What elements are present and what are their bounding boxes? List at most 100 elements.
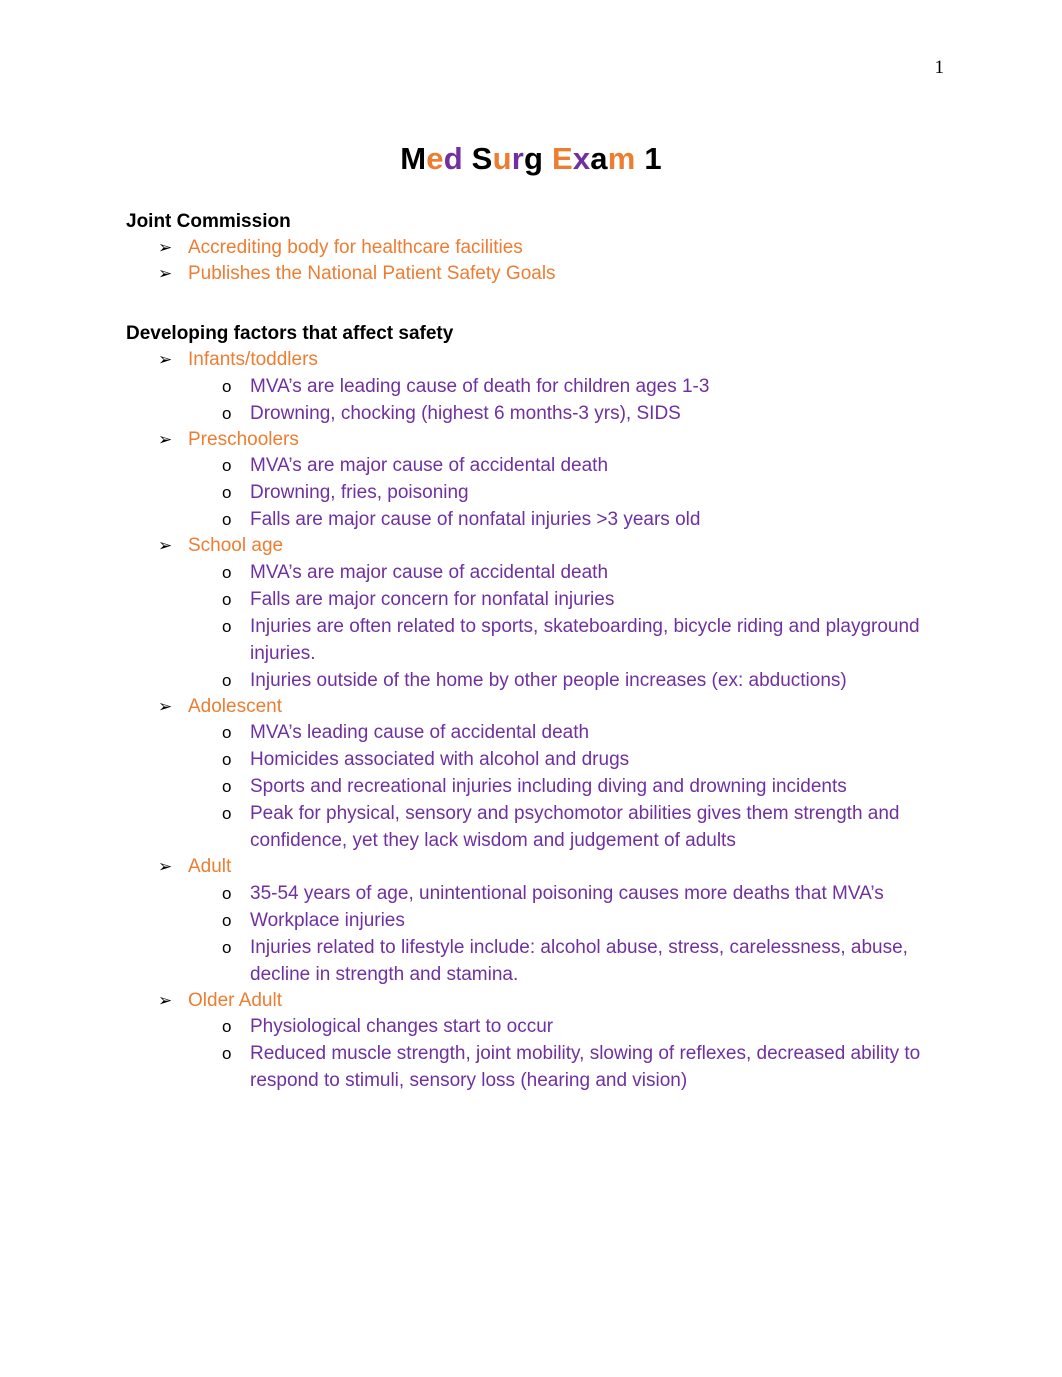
sub-list-item-label: Injuries outside of the home by other pe…	[250, 669, 847, 691]
sub-list-item: o Injuries are often related to sports, s…	[188, 613, 956, 667]
arrow-bullet-icon: ➢	[158, 696, 173, 716]
title-letter: u	[492, 140, 512, 176]
sub-list-item: o Falls are major concern for nonfatal in…	[188, 586, 956, 613]
list-item: ➢ Preschoolers o MVA’s are major cause of a…	[126, 427, 956, 534]
document-section: Developing factors that affect safety ➢ In…	[126, 321, 956, 1094]
sub-list-item: o MVA’s are major cause of accidental dea…	[188, 559, 956, 586]
list-item: ➢ Infants/toddlers o MVA’s are leading caus…	[126, 347, 956, 427]
arrow-bullet-icon: ➢	[158, 857, 173, 876]
sub-list-item-label: Falls are major cause of nonfatal injuri…	[250, 509, 701, 530]
title-letter	[543, 141, 552, 176]
sub-list-item: o Drowning, chocking (highest 6 months-3 …	[188, 400, 956, 427]
sub-list-item: o MVA’s leading cause of accidental death	[188, 719, 956, 746]
title-letter: a	[590, 140, 608, 176]
sub-list-item-label: MVA’s leading cause of accidental death	[250, 722, 590, 743]
arrow-bullet-icon: ➢	[158, 263, 173, 283]
list-item-label: Infants/toddlers	[188, 349, 318, 370]
sub-list-item-label: Sports and recreational injuries includi…	[250, 776, 847, 797]
sub-list-item-label: Drowning, chocking (highest 6 months-3 y…	[250, 402, 681, 424]
sub-list-item-label: Injuries are often related to sports, sk…	[250, 615, 920, 664]
sub-list-item: o MVA’s are leading cause of death for ch…	[188, 373, 956, 400]
sub-list-item: o Workplace injuries	[188, 907, 956, 934]
sub-list-item: o Sports and recreational injuries includ…	[188, 773, 956, 800]
sub-list-item-label: MVA’s are major cause of accidental deat…	[250, 561, 609, 583]
circle-bullet-icon: o	[222, 403, 232, 423]
sub-list-item: o Falls are major cause of nonfatal injur…	[188, 506, 956, 533]
sub-list-item: o Reduced muscle strength, joint mobility…	[188, 1040, 956, 1094]
bullet-list-level2: o MVA’s are leading cause of death for ch…	[188, 373, 956, 427]
list-item: ➢ School age o MVA’s are major cause of acc…	[126, 533, 956, 694]
sub-list-item-label: Falls are major concern for nonfatal inj…	[250, 588, 615, 610]
list-item-label: Accrediting body for healthcare faciliti…	[188, 237, 523, 258]
title-letter: 1	[644, 140, 662, 176]
sub-list-item-label: Homicides associated with alcohol and dr…	[250, 749, 630, 770]
sub-list-item-label: MVA’s are major cause of accidental deat…	[250, 455, 609, 476]
title-letter: E	[551, 140, 573, 176]
list-item-label: Adolescent	[188, 695, 283, 717]
sub-list-item: o 35-54 years of age, unintentional poiso…	[188, 880, 956, 907]
sub-list-item-label: Peak for physical, sensory and psychomot…	[250, 803, 900, 851]
title-letter: m	[607, 140, 636, 176]
document-body: Joint Commission ➢ Accrediting body for he…	[126, 209, 956, 1094]
list-item-label: Publishes the National Patient Safety Go…	[188, 262, 556, 284]
circle-bullet-icon: o	[222, 376, 232, 396]
sub-list-item: o Injuries outside of the home by other p…	[188, 667, 956, 694]
list-item-label: School age	[188, 535, 284, 556]
sub-list-item-label: Physiological changes start to occur	[250, 1016, 554, 1037]
arrow-bullet-icon: ➢	[158, 350, 173, 369]
sub-list-item: o Physiological changes start to occur	[188, 1013, 956, 1040]
bullet-list-level2: o 35-54 years of age, unintentional poiso…	[188, 880, 956, 988]
section-heading: Joint Commission	[126, 211, 291, 232]
sub-list-item-label: Injuries related to lifestyle include: a…	[250, 936, 908, 985]
sub-list-item: o Homicides associated with alcohol and d…	[188, 746, 956, 773]
list-item: ➢ Older Adult o Physiological changes start…	[126, 988, 956, 1095]
arrow-bullet-icon: ➢	[158, 536, 173, 555]
sub-list-item: o MVA’s are major cause of accidental dea…	[188, 452, 956, 479]
title-letter: M	[400, 140, 427, 176]
circle-bullet-icon: o	[222, 483, 232, 502]
list-item: ➢ Adolescent o MVA’s leading cause of accid…	[126, 694, 956, 855]
circle-bullet-icon: o	[222, 456, 232, 475]
list-item-label: Older Adult	[188, 989, 282, 1011]
circle-bullet-icon: o	[222, 616, 232, 636]
circle-bullet-icon: o	[222, 777, 232, 796]
sub-list-item-label: Drowning, fries, poisoning	[250, 482, 469, 503]
circle-bullet-icon: o	[222, 910, 232, 930]
title-letter	[636, 141, 645, 176]
document-section: Joint Commission ➢ Accrediting body for he…	[126, 209, 956, 286]
circle-bullet-icon: o	[222, 510, 232, 529]
title-letter: e	[426, 140, 444, 176]
sub-list-item-label: Reduced muscle strength, joint mobility,…	[250, 1043, 921, 1091]
sub-list-item-label: MVA’s are leading cause of death for chi…	[250, 375, 710, 397]
circle-bullet-icon: o	[222, 883, 232, 903]
circle-bullet-icon: o	[222, 750, 232, 769]
bullet-list-level2: o Physiological changes start to occur o Re…	[188, 1013, 956, 1094]
sub-list-item-label: 35-54 years of age, unintentional poison…	[250, 882, 884, 904]
title-letter: d	[443, 140, 463, 176]
sub-list-item-label: Workplace injuries	[250, 909, 405, 931]
bullet-list-level2: o MVA’s are major cause of accidental dea…	[188, 559, 956, 694]
circle-bullet-icon: o	[222, 562, 232, 582]
bullet-list-level2: o MVA’s leading cause of accidental death…	[188, 719, 956, 854]
list-item: ➢ Adult o 35-54 years of age, unintentional…	[126, 854, 956, 988]
list-item-label: Adult	[188, 856, 232, 877]
page-title: Med Surg Exam 1	[0, 140, 1062, 177]
page-number: 1	[934, 57, 945, 78]
bullet-list-level1: ➢ Accrediting body for healthcare facilit…	[126, 235, 956, 286]
sub-list-item: o Drowning, fries, poisoning	[188, 479, 956, 506]
circle-bullet-icon: o	[222, 1044, 232, 1063]
circle-bullet-icon: o	[222, 723, 232, 742]
arrow-bullet-icon: ➢	[158, 990, 173, 1010]
sub-list-item: o Injuries related to lifestyle include: …	[188, 934, 956, 988]
bullet-list-level1: ➢ Infants/toddlers o MVA’s are leading caus…	[126, 347, 956, 1094]
circle-bullet-icon: o	[222, 670, 232, 690]
title-letter: S	[471, 140, 493, 176]
arrow-bullet-icon: ➢	[158, 238, 173, 257]
bullet-list-level2: o MVA’s are major cause of accidental dea…	[188, 452, 956, 533]
section-heading: Developing factors that affect safety	[126, 323, 454, 344]
sub-list-item: o Peak for physical, sensory and psychomo…	[188, 800, 956, 854]
title-letter: r	[511, 140, 524, 176]
title-letter: g	[523, 140, 544, 176]
list-item: ➢ Publishes the National Patient Safety G…	[126, 261, 956, 287]
circle-bullet-icon: o	[222, 937, 232, 957]
